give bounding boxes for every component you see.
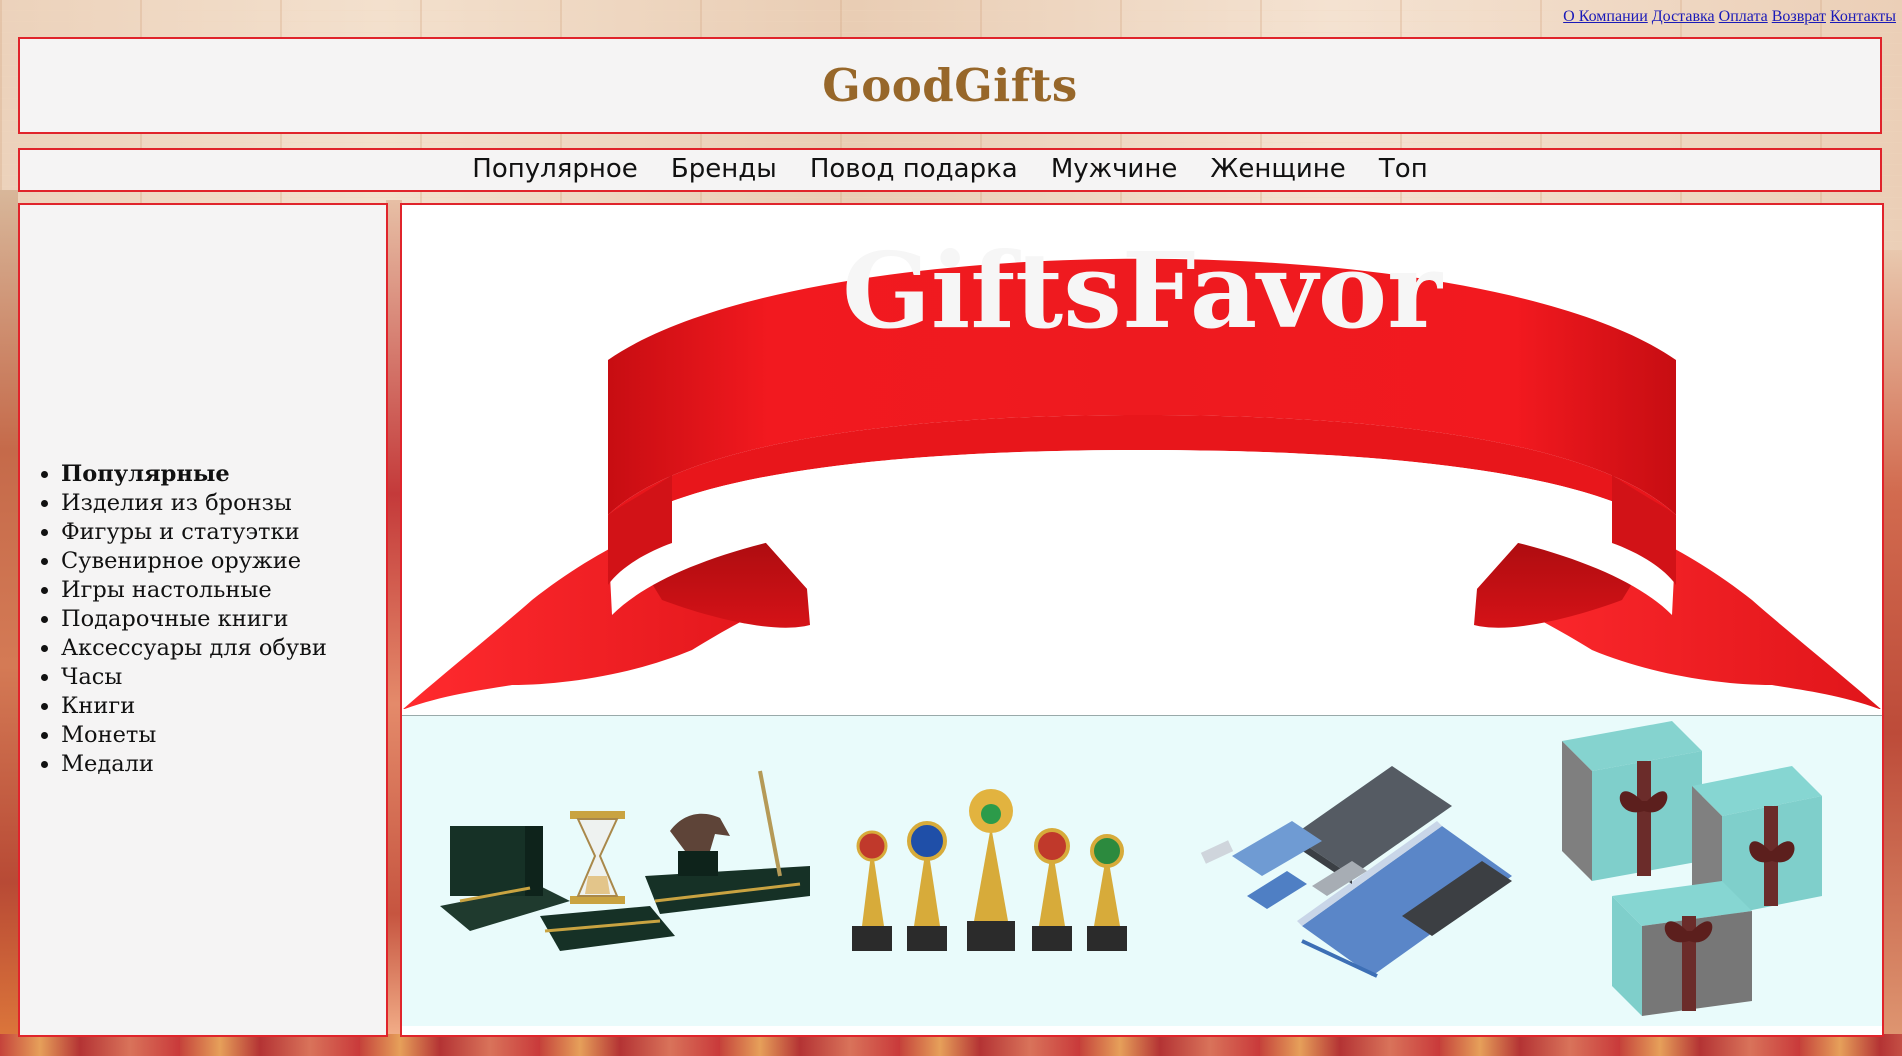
category-item-gift-books[interactable]: Подарочные книги xyxy=(61,605,327,634)
category-item-watches[interactable]: Часы xyxy=(61,663,327,692)
background-decoration-bottom xyxy=(0,1034,1902,1056)
nav-item-occasion[interactable]: Повод подарка xyxy=(810,150,1018,188)
banner: GiftsFavor xyxy=(402,205,1882,710)
nav-item-for-men[interactable]: Мужчине xyxy=(1051,150,1178,188)
category-item-popular[interactable]: Популярные xyxy=(61,460,327,489)
category-item-shoe-accessories[interactable]: Аксессуары для обуви xyxy=(61,634,327,663)
nav-item-top[interactable]: Топ xyxy=(1379,150,1428,188)
background-decoration-right xyxy=(1884,250,1902,1056)
top-links: О Компании Доставка Оплата Возврат Контакты xyxy=(1559,8,1896,26)
category-item-board-games[interactable]: Игры настольные xyxy=(61,576,327,605)
product-showcase xyxy=(402,715,1882,1026)
category-item-bronze[interactable]: Изделия из бронзы xyxy=(61,489,327,518)
desk-set-image[interactable] xyxy=(430,756,810,976)
category-item-coins[interactable]: Монеты xyxy=(61,721,327,750)
category-item-books[interactable]: Книги xyxy=(61,692,327,721)
main-content: GiftsFavor xyxy=(400,203,1884,1037)
background-decoration-left xyxy=(0,190,18,1056)
nav-item-popular[interactable]: Популярное xyxy=(472,150,638,188)
category-item-medals[interactable]: Медали xyxy=(61,750,327,779)
stationery-set-image[interactable] xyxy=(1192,746,1522,986)
link-payment[interactable]: Оплата xyxy=(1719,8,1768,25)
link-contacts[interactable]: Контакты xyxy=(1830,8,1896,25)
banner-text: GiftsFavor xyxy=(842,229,1443,352)
link-about[interactable]: О Компании xyxy=(1563,8,1648,25)
main-nav: Популярное Бренды Повод подарка Мужчине … xyxy=(18,148,1882,192)
nav-item-brands[interactable]: Бренды xyxy=(671,150,777,188)
category-item-figures[interactable]: Фигуры и статуэтки xyxy=(61,518,327,547)
category-sidebar: Популярные Изделия из бронзы Фигуры и ст… xyxy=(18,203,388,1037)
trophies-image[interactable] xyxy=(842,786,1142,961)
gift-boxes-image[interactable] xyxy=(1552,721,1867,1021)
ribbon-banner-image: GiftsFavor xyxy=(402,229,1882,710)
link-returns[interactable]: Возврат xyxy=(1772,8,1826,25)
category-item-souvenir-weapons[interactable]: Сувенирное оружие xyxy=(61,547,327,576)
site-title[interactable]: GoodGifts xyxy=(822,59,1077,112)
site-header: GoodGifts xyxy=(18,37,1882,134)
nav-item-for-women[interactable]: Женщине xyxy=(1210,150,1345,188)
link-delivery[interactable]: Доставка xyxy=(1652,8,1715,25)
category-list: Популярные Изделия из бронзы Фигуры и ст… xyxy=(20,460,327,779)
